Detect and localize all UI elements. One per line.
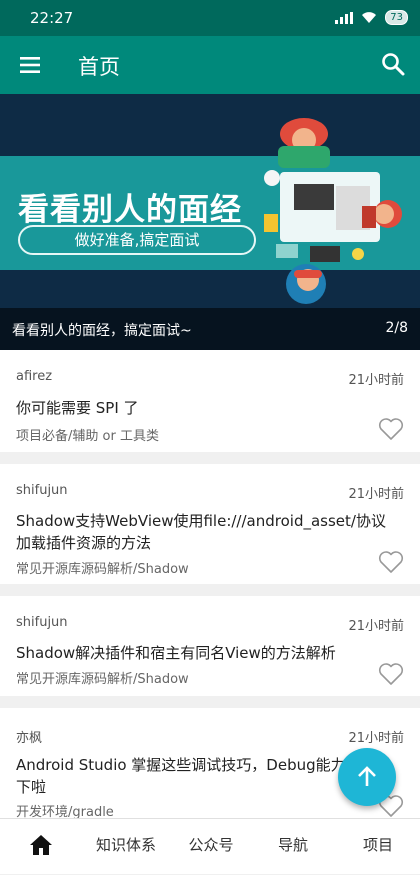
article-time: 21小时前: [348, 731, 404, 746]
menu-icon[interactable]: [18, 53, 42, 77]
nav-project[interactable]: 项目: [356, 819, 400, 875]
banner-carousel[interactable]: 看看别人的面经 做好准备,搞定面试 看看别人的面经，搞定面试~ 2/8: [0, 94, 420, 350]
nav-knowledge[interactable]: 知识体系: [88, 819, 164, 875]
bottom-navigation: 知识体系 公众号 导航 项目: [0, 818, 420, 874]
article-author: afirez: [16, 369, 53, 384]
status-icons: 73: [335, 10, 408, 25]
banner-caption: 看看别人的面经，搞定面试~: [12, 323, 192, 339]
article-author: 亦枫: [16, 731, 43, 746]
arrow-up-icon: [358, 766, 376, 786]
article-time: 21小时前: [348, 487, 404, 502]
app-toolbar: 首页: [0, 36, 420, 94]
article-category: 常见开源库源码解析/Shadow: [16, 672, 189, 687]
status-time: 22:27: [30, 9, 74, 27]
page-title: 首页: [78, 55, 120, 79]
article-author: shifujun: [16, 615, 68, 630]
article-title: Shadow支持WebView使用file:///android_asset/协…: [16, 512, 386, 552]
banner-caption-bar: 看看别人的面经，搞定面试~ 2/8: [0, 308, 420, 350]
wifi-icon: [362, 11, 377, 23]
heart-icon[interactable]: [378, 550, 404, 574]
article-author: shifujun: [16, 483, 68, 498]
battery-icon: 73: [385, 10, 408, 25]
office-illustration: [264, 118, 402, 304]
article-card[interactable]: afirez 21小时前 你可能需要 SPI 了 项目必备/辅助 or 工具类: [0, 350, 420, 452]
nav-wechat[interactable]: 公众号: [180, 819, 242, 875]
article-card[interactable]: shifujun 21小时前 Shadow解决插件和宿主有同名View的方法解析…: [0, 596, 420, 696]
heart-icon[interactable]: [378, 417, 404, 441]
banner-index: 2/8: [385, 320, 408, 336]
heart-icon[interactable]: [378, 662, 404, 686]
article-title: Shadow解决插件和宿主有同名View的方法解析: [16, 644, 336, 662]
article-time: 21小时前: [348, 373, 404, 388]
signal-icon: [335, 11, 354, 24]
article-category: 项目必备/辅助 or 工具类: [16, 429, 159, 444]
banner-pill: 做好准备,搞定面试: [18, 225, 256, 255]
search-icon[interactable]: [380, 51, 406, 77]
home-icon[interactable]: [29, 833, 53, 857]
article-card[interactable]: shifujun 21小时前 Shadow支持WebView使用file:///…: [0, 464, 420, 584]
banner-headline: 看看别人的面经: [18, 192, 242, 228]
status-bar: 22:27 73: [0, 0, 420, 36]
article-category: 常见开源库源码解析/Shadow: [16, 562, 189, 577]
scroll-to-top-button[interactable]: [338, 748, 396, 806]
article-title: 你可能需要 SPI 了: [16, 399, 139, 417]
article-time: 21小时前: [348, 619, 404, 634]
article-category: 开发环境/gradle: [16, 805, 114, 818]
nav-navigation[interactable]: 导航: [268, 819, 318, 875]
